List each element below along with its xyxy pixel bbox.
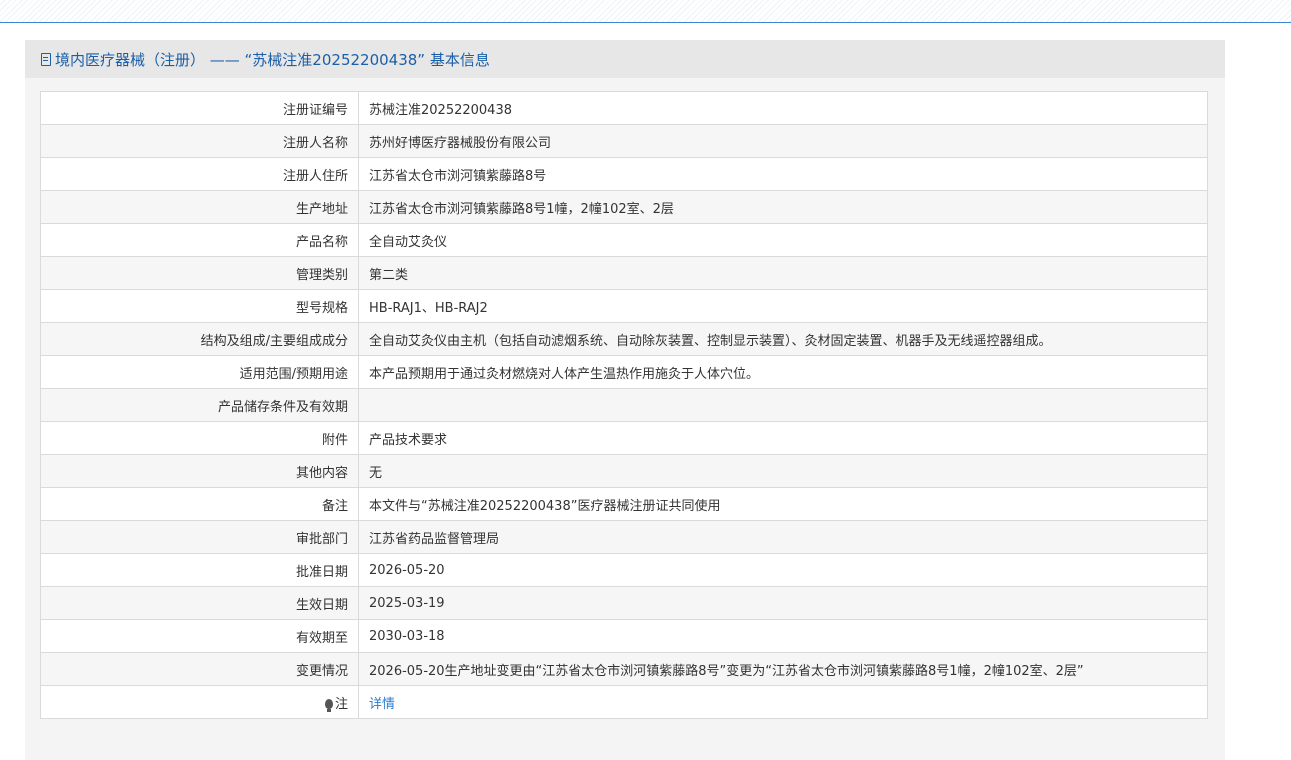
row-label: 有效期至	[40, 619, 359, 653]
table-row: 批准日期 2026-05-20	[40, 553, 1208, 587]
row-label: 备注	[40, 487, 359, 521]
row-label: 结构及组成/主要组成成分	[40, 322, 359, 356]
row-value: 全自动艾灸仪由主机（包括自动滤烟系统、自动除灰装置、控制显示装置）、灸材固定装置…	[358, 322, 1208, 356]
info-panel: 境内医疗器械（注册） —— “苏械注准20252200438” 基本信息 注册证…	[25, 40, 1225, 760]
row-value: 本产品预期用于通过灸材燃烧对人体产生温热作用施灸于人体穴位。	[358, 355, 1208, 389]
row-label: 产品储存条件及有效期	[40, 388, 359, 422]
table-row: 管理类别 第二类	[40, 256, 1208, 290]
table-row: 生效日期 2025-03-19	[40, 586, 1208, 620]
lightbulb-icon	[324, 698, 333, 712]
row-value: HB-RAJ1、HB-RAJ2	[358, 289, 1208, 323]
row-label: 其他内容	[40, 454, 359, 488]
table-row: 审批部门 江苏省药品监督管理局	[40, 520, 1208, 554]
table-row: 变更情况 2026-05-20生产地址变更由“江苏省太仓市浏河镇紫藤路8号”变更…	[40, 652, 1208, 686]
note-label-cell: 注	[40, 685, 359, 719]
row-label: 注册证编号	[40, 91, 359, 125]
info-table: 注册证编号 苏械注准20252200438 注册人名称 苏州好博医疗器械股份有限…	[40, 91, 1208, 719]
panel-header: 境内医疗器械（注册） —— “苏械注准20252200438” 基本信息	[25, 40, 1225, 78]
table-row: 附件 产品技术要求	[40, 421, 1208, 455]
row-label: 附件	[40, 421, 359, 455]
table-row: 注册人名称 苏州好博医疗器械股份有限公司	[40, 124, 1208, 158]
table-row: 有效期至 2030-03-18	[40, 619, 1208, 653]
row-label: 批准日期	[40, 553, 359, 587]
table-row: 备注 本文件与“苏械注准20252200438”医疗器械注册证共同使用	[40, 487, 1208, 521]
row-value: 无	[358, 454, 1208, 488]
table-row: 生产地址 江苏省太仓市浏河镇紫藤路8号1幢，2幢102室、2层	[40, 190, 1208, 224]
row-label: 注册人住所	[40, 157, 359, 191]
row-value: 产品技术要求	[358, 421, 1208, 455]
table-row: 型号规格 HB-RAJ1、HB-RAJ2	[40, 289, 1208, 323]
row-value: 第二类	[358, 256, 1208, 290]
table-row: 结构及组成/主要组成成分 全自动艾灸仪由主机（包括自动滤烟系统、自动除灰装置、控…	[40, 322, 1208, 356]
note-row: 注 详情	[40, 685, 1208, 719]
table-row: 其他内容 无	[40, 454, 1208, 488]
row-label: 变更情况	[40, 652, 359, 686]
document-icon	[41, 53, 51, 66]
row-label: 审批部门	[40, 520, 359, 554]
note-label: 注	[334, 696, 348, 712]
row-label: 管理类别	[40, 256, 359, 290]
table-row: 产品名称 全自动艾灸仪	[40, 223, 1208, 257]
row-label: 适用范围/预期用途	[40, 355, 359, 389]
row-value: 2026-05-20	[358, 553, 1208, 587]
row-value: 本文件与“苏械注准20252200438”医疗器械注册证共同使用	[358, 487, 1208, 521]
top-divider	[0, 0, 1291, 23]
row-label: 型号规格	[40, 289, 359, 323]
row-value: 江苏省太仓市浏河镇紫藤路8号1幢，2幢102室、2层	[358, 190, 1208, 224]
details-link[interactable]: 详情	[369, 697, 395, 712]
row-label: 生产地址	[40, 190, 359, 224]
table-row: 注册人住所 江苏省太仓市浏河镇紫藤路8号	[40, 157, 1208, 191]
table-row: 适用范围/预期用途 本产品预期用于通过灸材燃烧对人体产生温热作用施灸于人体穴位。	[40, 355, 1208, 389]
page-title: 境内医疗器械（注册） —— “苏械注准20252200438” 基本信息	[55, 51, 490, 69]
row-value: 苏州好博医疗器械股份有限公司	[358, 124, 1208, 158]
row-value: 2030-03-18	[358, 619, 1208, 653]
row-value: 2026-05-20生产地址变更由“江苏省太仓市浏河镇紫藤路8号”变更为“江苏省…	[358, 652, 1208, 686]
row-label: 生效日期	[40, 586, 359, 620]
row-value: 2025-03-19	[358, 586, 1208, 620]
row-label: 产品名称	[40, 223, 359, 257]
row-value: 全自动艾灸仪	[358, 223, 1208, 257]
row-value: 江苏省药品监督管理局	[358, 520, 1208, 554]
row-value: 江苏省太仓市浏河镇紫藤路8号	[358, 157, 1208, 191]
row-value	[358, 388, 1208, 422]
row-value: 苏械注准20252200438	[358, 91, 1208, 125]
row-label: 注册人名称	[40, 124, 359, 158]
note-value-cell: 详情	[358, 685, 1208, 719]
table-row: 产品储存条件及有效期	[40, 388, 1208, 422]
table-row: 注册证编号 苏械注准20252200438	[40, 91, 1208, 125]
